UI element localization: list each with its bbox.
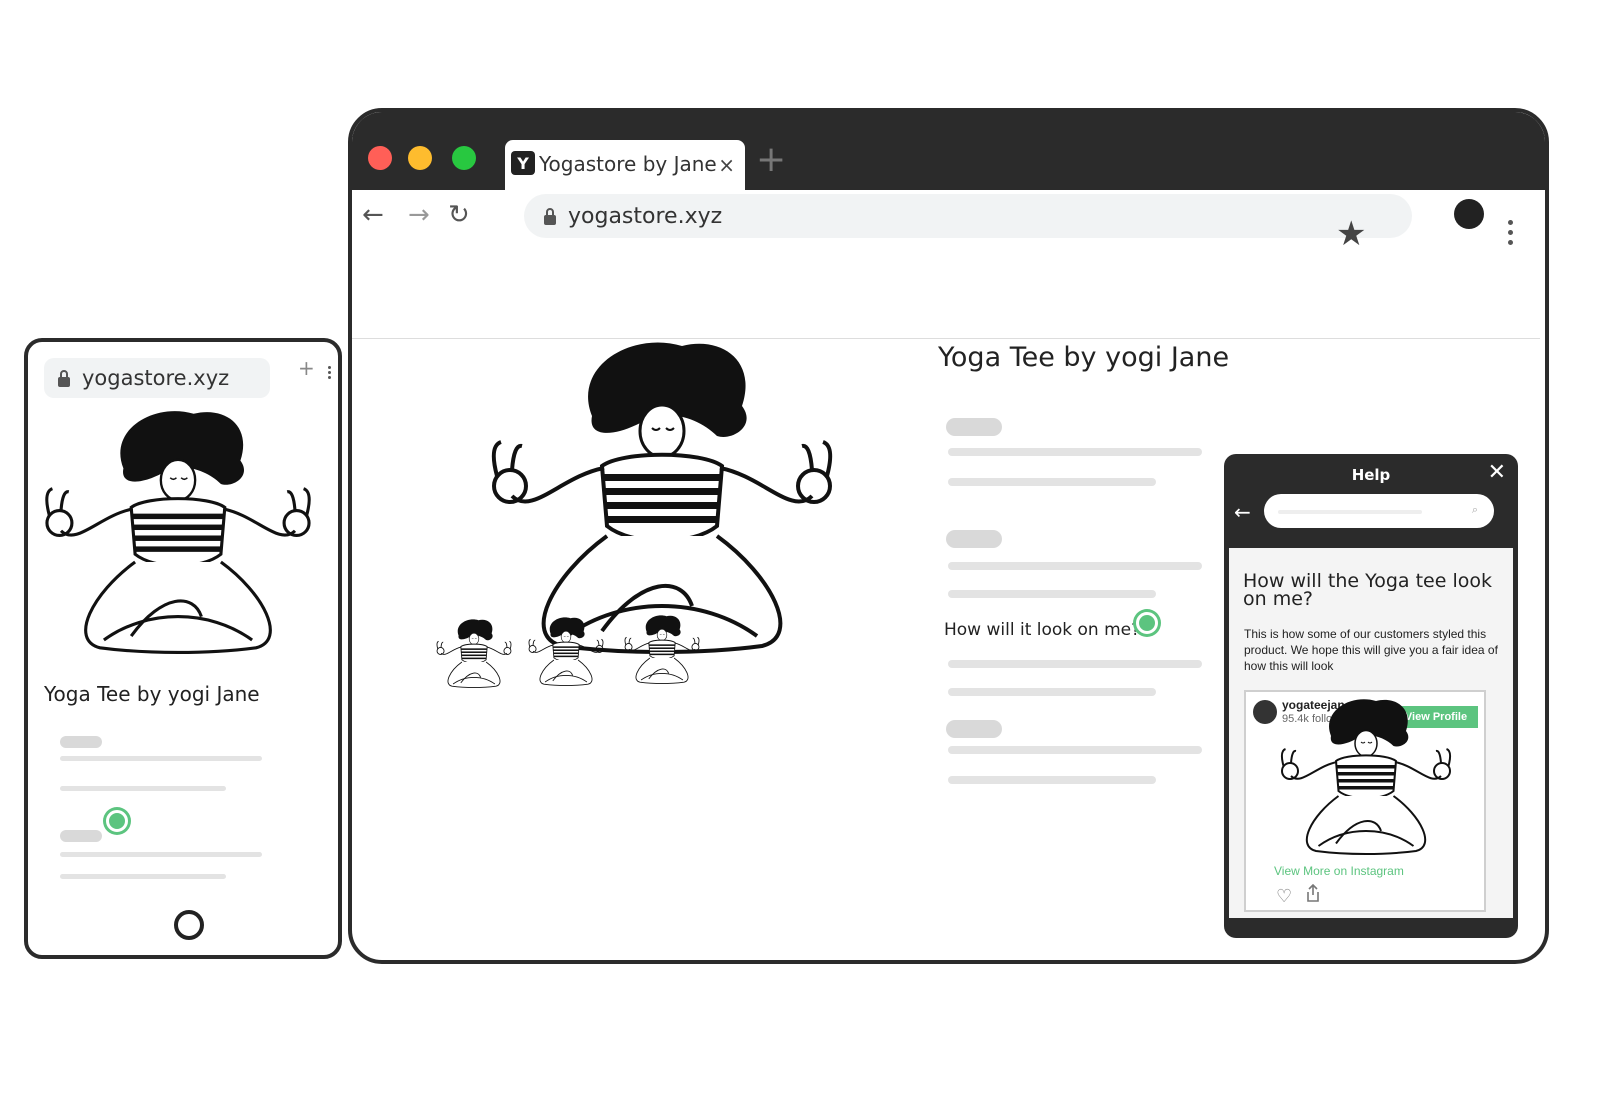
product-main-image <box>45 409 311 655</box>
product-thumbnail-2[interactable] <box>528 616 604 686</box>
back-arrow-icon[interactable]: ← <box>1234 500 1251 524</box>
skeleton-line <box>948 562 1202 570</box>
skeleton-line <box>948 746 1202 754</box>
window-close-button[interactable] <box>368 146 392 170</box>
skeleton-line <box>948 688 1156 696</box>
reload-icon[interactable]: ↻ <box>448 200 470 230</box>
url-text: yogastore.xyz <box>568 204 723 229</box>
skeleton-line <box>948 660 1202 668</box>
skeleton-pill <box>946 720 1002 738</box>
browser-toolbar: ← → ↻ yogastore.xyz ★ <box>352 190 1545 339</box>
skeleton-line <box>948 448 1202 456</box>
tab-close-icon[interactable]: × <box>718 153 735 177</box>
url-text: yogastore.xyz <box>82 366 230 390</box>
hotspot-indicator[interactable] <box>1136 612 1158 634</box>
help-content: How will the Yoga tee look on me? This i… <box>1229 548 1513 918</box>
product-thumbnail-1[interactable] <box>436 618 512 688</box>
product-title: Yoga Tee by yogi Jane <box>44 682 260 706</box>
skeleton-pill <box>946 530 1002 548</box>
help-search-input[interactable]: ⌕ <box>1264 494 1494 528</box>
help-heading: How will the Yoga tee look on me? <box>1243 570 1492 610</box>
skeleton-line <box>948 590 1156 598</box>
skeleton-line <box>60 756 262 761</box>
hotspot-indicator[interactable] <box>106 810 128 832</box>
search-placeholder-bar <box>1278 510 1422 514</box>
back-arrow-icon[interactable]: ← <box>362 200 384 230</box>
close-icon[interactable]: ✕ <box>1488 460 1506 485</box>
product-thumbnail-3[interactable] <box>624 614 700 684</box>
desktop-browser-window: Y Yogastore by Jane × + ← → ↻ yogastore.… <box>348 108 1549 964</box>
heart-icon[interactable]: ♡ <box>1276 886 1292 907</box>
window-minimize-button[interactable] <box>408 146 432 170</box>
mobile-device: yogastore.xyz + Yoga Tee by yogi Jane <box>24 338 342 959</box>
favicon-icon: Y <box>511 151 535 175</box>
share-icon[interactable] <box>1306 884 1320 902</box>
help-title: Help <box>1351 466 1391 484</box>
profile-icon[interactable] <box>1454 199 1484 229</box>
kebab-menu-icon[interactable] <box>1508 220 1514 250</box>
skeleton-line <box>60 786 226 791</box>
skeleton-pill <box>946 418 1002 436</box>
kebab-menu-icon[interactable] <box>328 366 331 381</box>
skeleton-line <box>948 776 1156 784</box>
product-title: Yoga Tee by yogi Jane <box>938 342 1230 373</box>
how-will-it-look-link[interactable]: How will it look on me? <box>944 620 1140 640</box>
skeleton-pill <box>60 830 102 842</box>
new-tab-button[interactable]: + <box>298 356 315 380</box>
skeleton-line <box>60 852 262 857</box>
product-main-image <box>491 340 833 654</box>
tab-title: Yogastore by Jane <box>539 152 717 176</box>
browser-tab[interactable]: Y Yogastore by Jane × <box>505 140 745 190</box>
instagram-post-image <box>1280 698 1452 855</box>
view-more-instagram-link[interactable]: View More on Instagram <box>1274 864 1404 878</box>
star-icon[interactable]: ★ <box>1336 214 1366 254</box>
avatar <box>1253 700 1277 724</box>
toolbar-divider <box>352 338 1540 339</box>
window-maximize-button[interactable] <box>452 146 476 170</box>
lock-icon <box>544 208 556 225</box>
mobile-address-bar[interactable]: yogastore.xyz <box>44 358 270 398</box>
skeleton-pill <box>60 736 102 748</box>
new-tab-button[interactable]: + <box>756 142 786 178</box>
browser-titlebar: Y Yogastore by Jane × + <box>352 112 1545 190</box>
skeleton-line <box>60 874 226 879</box>
skeleton-line <box>948 478 1156 486</box>
help-widget: Help ✕ ← ⌕ How will the Yoga tee look on… <box>1224 454 1518 938</box>
address-bar[interactable]: yogastore.xyz <box>524 194 1412 238</box>
forward-arrow-icon[interactable]: → <box>408 200 430 230</box>
help-description: This is how some of our customers styled… <box>1244 627 1498 673</box>
instagram-post-card: yogateejane 95.4k followers View Profile… <box>1244 690 1486 912</box>
search-icon: ⌕ <box>1471 503 1478 516</box>
home-button[interactable] <box>174 910 204 940</box>
lock-icon <box>58 370 70 387</box>
